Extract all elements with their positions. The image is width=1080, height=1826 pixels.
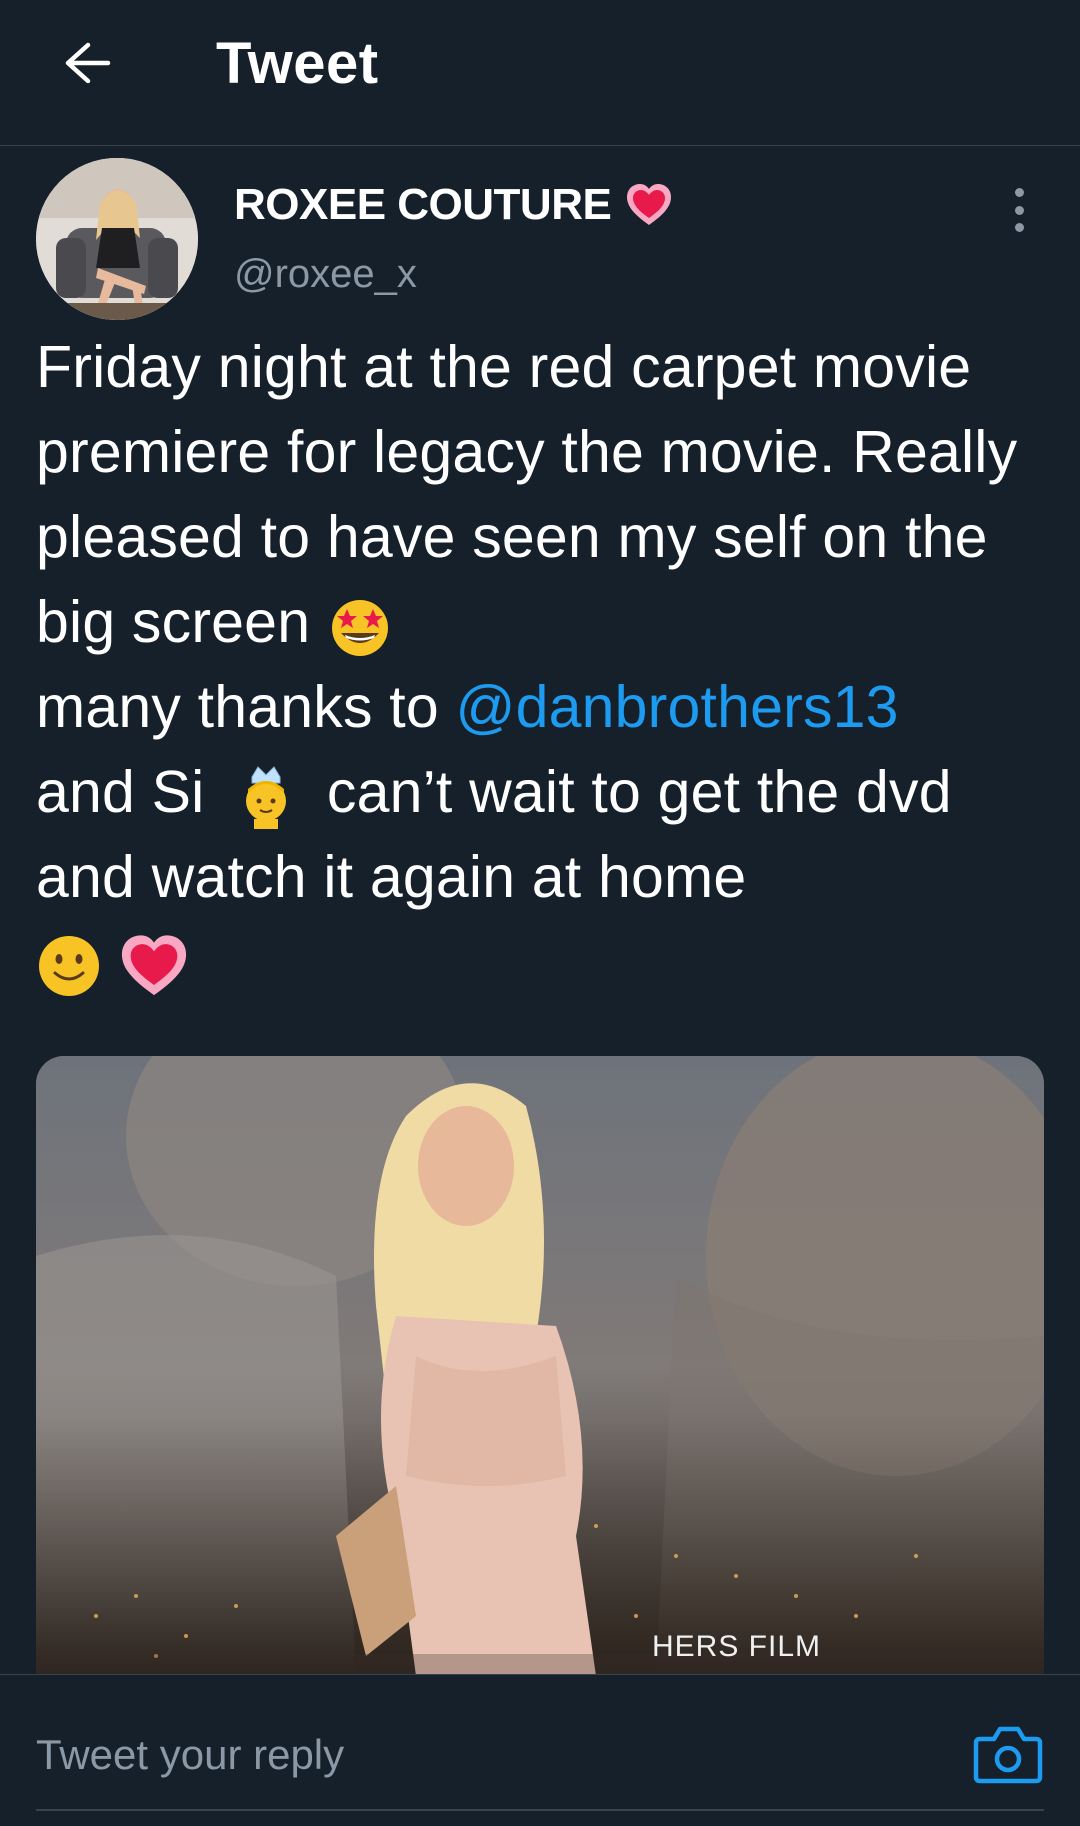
camera-button[interactable]: [972, 1721, 1044, 1787]
heart-icon: [627, 184, 672, 225]
author-name[interactable]: ROXEE COUTURE: [234, 180, 673, 230]
heart-icon: [121, 935, 186, 996]
reply-input[interactable]: [36, 1731, 936, 1779]
tweet-text-thanks: many thanks to: [36, 674, 439, 740]
person-with-crown-icon: [245, 766, 286, 830]
more-dot-icon: [1014, 188, 1024, 197]
tweet-text: Friday night at the red carpet movie pre…: [36, 325, 1046, 1005]
more-dot-icon: [1014, 205, 1024, 215]
reply-bar: [0, 1674, 1080, 1826]
avatar-image: [36, 158, 198, 320]
author-name-text: ROXEE COUTURE: [234, 180, 612, 229]
tweet-text-and-si: and Si: [36, 759, 205, 825]
reply-divider: [36, 1809, 1044, 1811]
arrow-left-icon: [65, 42, 111, 84]
star-struck-icon: [331, 600, 388, 657]
smiling-face-icon: [39, 936, 99, 997]
tweet-photo[interactable]: HERS FILM: [36, 1056, 1044, 1676]
more-options-button[interactable]: [1004, 180, 1034, 240]
tweet-detail-screen: Tweet ROXEE COUTURE @roxee_x Friday nigh…: [0, 0, 1080, 1826]
author-handle[interactable]: @roxee_x: [234, 252, 417, 297]
mention-link[interactable]: @danbrothers13: [456, 674, 899, 740]
top-bar: Tweet: [0, 0, 1080, 146]
avatar[interactable]: [36, 158, 198, 320]
tweet-text-part-1: Friday night at the red carpet movie pre…: [36, 334, 1018, 655]
camera-icon: [973, 1726, 1043, 1784]
photo-image: [36, 1056, 1044, 1676]
more-dot-icon: [1014, 223, 1024, 232]
photo-caption-text: HERS FILM: [652, 1630, 822, 1663]
page-title: Tweet: [216, 31, 379, 96]
back-button[interactable]: [48, 28, 128, 98]
